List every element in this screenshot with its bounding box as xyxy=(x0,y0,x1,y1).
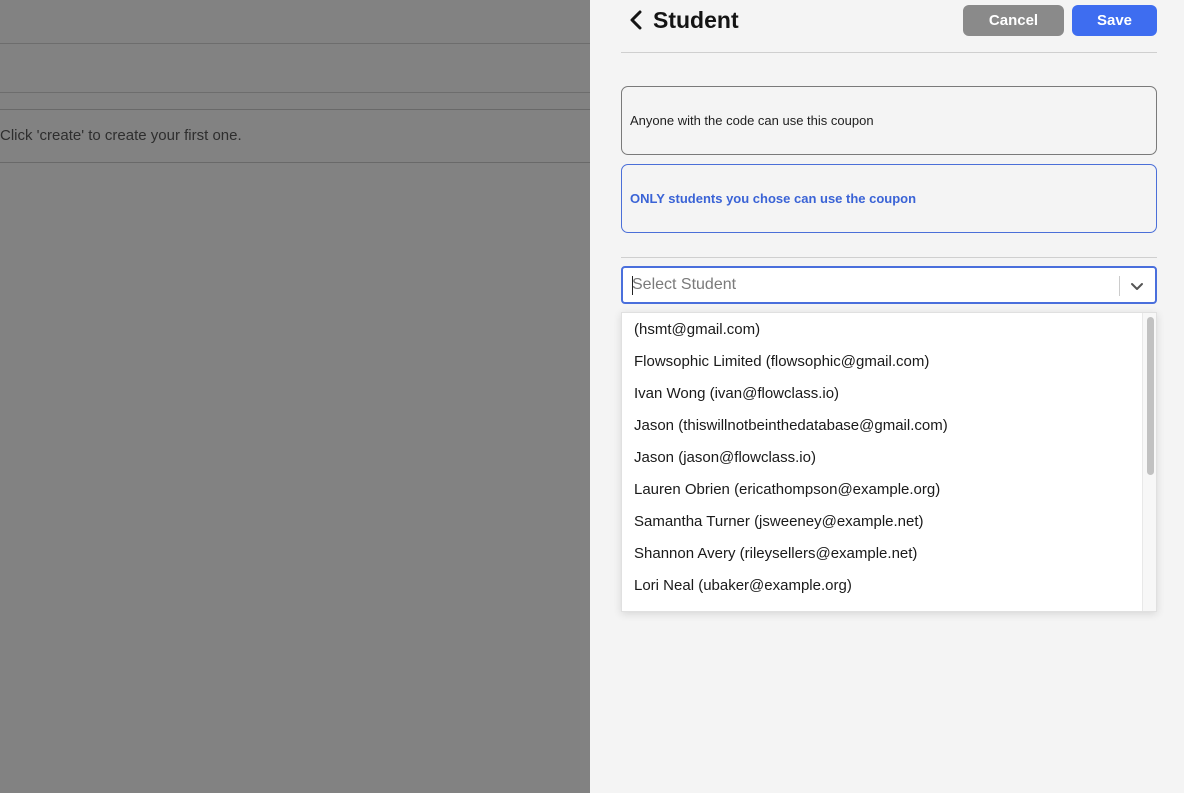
student-dropdown-menu: (hsmt@gmail.com) Flowsophic Limited (flo… xyxy=(621,312,1157,612)
text-caret xyxy=(632,276,633,295)
student-drawer: Student Cancel Save Anyone with the code… xyxy=(590,0,1184,793)
student-option[interactable]: Jason (thiswillnotbeinthedatabase@gmail.… xyxy=(622,409,1142,441)
divider xyxy=(621,257,1157,258)
option-only-chosen-students[interactable]: ONLY students you chose can use the coup… xyxy=(621,164,1157,233)
option-only-label: ONLY students you chose can use the coup… xyxy=(630,191,917,206)
option-anyone-with-code[interactable]: Anyone with the code can use this coupon xyxy=(621,86,1157,155)
student-option[interactable]: Samantha Turner (jsweeney@example.net) xyxy=(622,505,1142,537)
student-option[interactable]: Jason (jason@flowclass.io) xyxy=(622,441,1142,473)
chevron-left-icon[interactable] xyxy=(625,9,647,31)
option-anyone-label: Anyone with the code can use this coupon xyxy=(630,113,874,128)
select-placeholder: Select Student xyxy=(632,276,737,293)
chevron-down-icon[interactable] xyxy=(1128,277,1146,295)
cancel-button[interactable]: Cancel xyxy=(963,5,1064,36)
drawer-header: Student Cancel Save xyxy=(621,0,1157,53)
page-title: Student xyxy=(653,7,739,33)
modal-overlay[interactable] xyxy=(0,0,590,793)
student-option[interactable]: Shannon Avery (rileysellers@example.net) xyxy=(622,537,1142,569)
menu-scrollbar[interactable] xyxy=(1142,313,1156,611)
student-option[interactable]: Lauren Obrien (ericathompson@example.org… xyxy=(622,473,1142,505)
student-option[interactable]: (hsmt@gmail.com) xyxy=(622,313,1142,345)
save-button[interactable]: Save xyxy=(1072,5,1157,36)
student-option[interactable]: Flowsophic Limited (flowsophic@gmail.com… xyxy=(622,345,1142,377)
student-option[interactable]: Lori Neal (ubaker@example.org) xyxy=(622,569,1142,601)
select-separator xyxy=(1119,276,1120,296)
student-select[interactable]: Select Student xyxy=(621,266,1157,304)
scrollbar-thumb[interactable] xyxy=(1147,317,1154,475)
student-option[interactable]: Ivan Wong (ivan@flowclass.io) xyxy=(622,377,1142,409)
